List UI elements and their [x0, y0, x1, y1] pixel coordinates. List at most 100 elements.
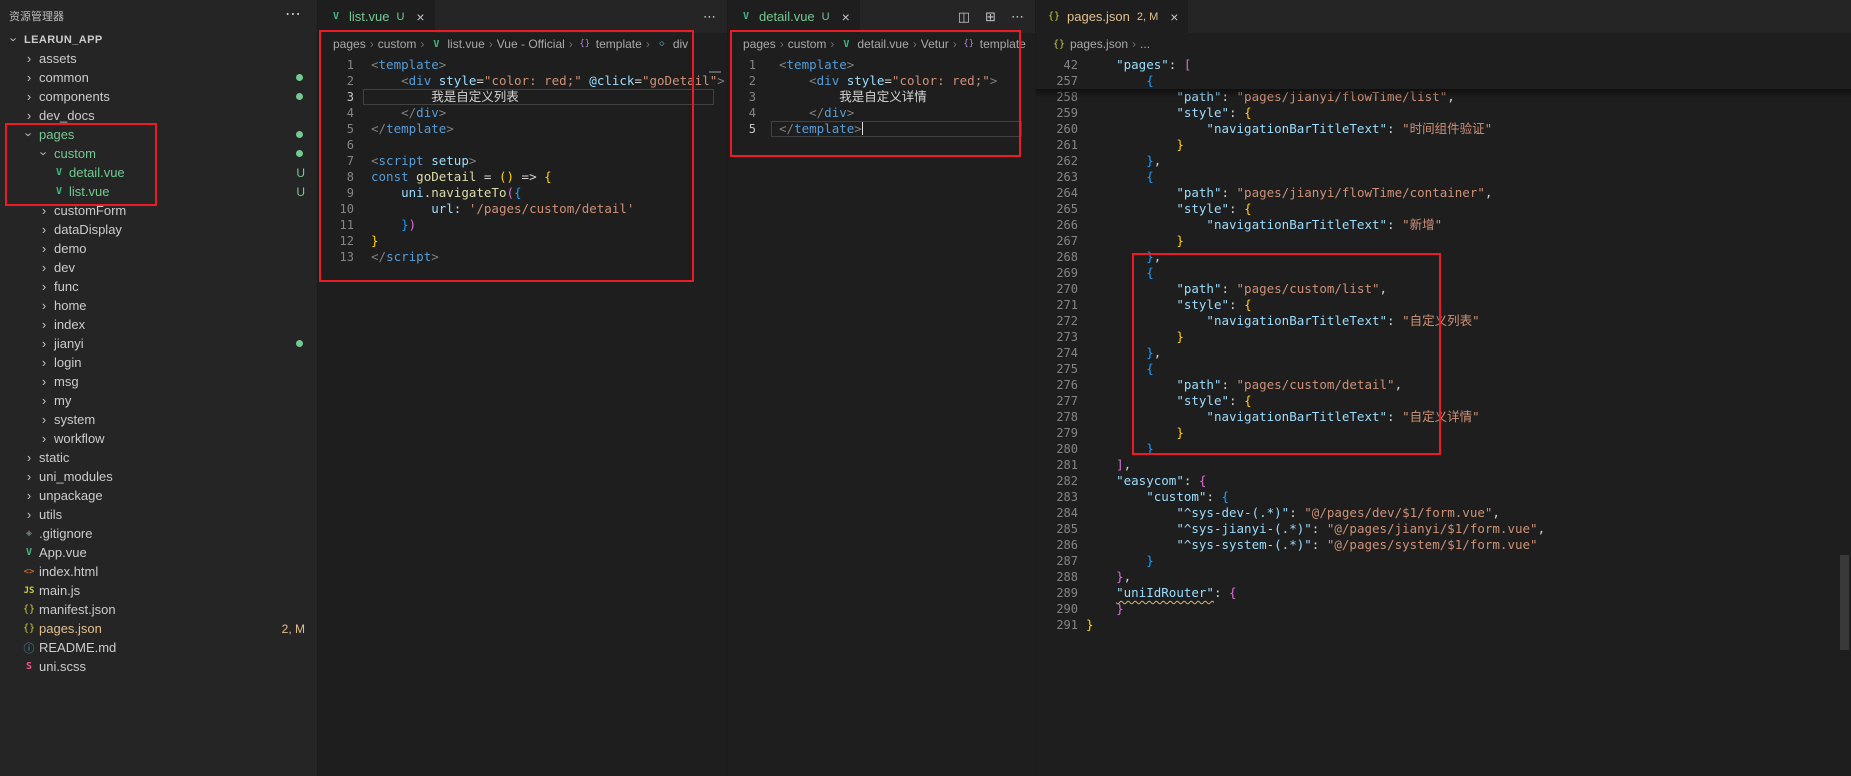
tree-folder-customForm[interactable]: ›customForm: [0, 201, 317, 220]
more-editor-icon[interactable]: ⋯: [703, 9, 716, 25]
close-icon[interactable]: ×: [842, 9, 850, 25]
tree-folder-assets[interactable]: ›assets: [0, 49, 317, 68]
tree-file-detail.vue[interactable]: Vdetail.vueU: [0, 163, 317, 182]
code-line-5[interactable]: 5</template>: [728, 121, 1036, 137]
code-line-42[interactable]: 42 "pages": [: [1036, 57, 1851, 73]
tree-folder-dev[interactable]: ›dev: [0, 258, 317, 277]
code-line-262[interactable]: 262 },: [1036, 153, 1851, 169]
code-line-269[interactable]: 269 {: [1036, 265, 1851, 281]
code-line-272[interactable]: 272 "navigationBarTitleText": "自定义列表": [1036, 313, 1851, 329]
code-line-6[interactable]: 6: [318, 137, 728, 153]
code-line-2[interactable]: 2 <div style="color: red;">: [728, 73, 1036, 89]
code-line-285[interactable]: 285 "^sys-jianyi-(.*)": "@/pages/jianyi/…: [1036, 521, 1851, 537]
code-line-3[interactable]: 3 我是自定义详情: [728, 89, 1036, 105]
tree-folder-home[interactable]: ›home: [0, 296, 317, 315]
tree-folder-LEARUN_APP[interactable]: ›LEARUN_APP: [0, 30, 317, 49]
code-line-279[interactable]: 279 }: [1036, 425, 1851, 441]
code-line-4[interactable]: 4 </div>: [728, 105, 1036, 121]
code-line-289[interactable]: 289 "uniIdRouter": {: [1036, 585, 1851, 601]
code-line-276[interactable]: 276 "path": "pages/custom/detail",: [1036, 377, 1851, 393]
code-line-278[interactable]: 278 "navigationBarTitleText": "自定义详情": [1036, 409, 1851, 425]
more-actions-icon[interactable]: ⋯: [285, 4, 301, 24]
code-line-261[interactable]: 261 }: [1036, 137, 1851, 153]
code-line-291[interactable]: 291}: [1036, 617, 1851, 633]
code-line-265[interactable]: 265 "style": {: [1036, 201, 1851, 217]
tree-folder-func[interactable]: ›func: [0, 277, 317, 296]
tree-folder-custom[interactable]: ›custom: [0, 144, 317, 163]
code-line-290[interactable]: 290 }: [1036, 601, 1851, 617]
breadcrumb-item[interactable]: Vlist.vue: [428, 37, 484, 51]
close-icon[interactable]: ×: [1170, 9, 1178, 25]
breadcrumb-item[interactable]: {}template: [961, 37, 1026, 51]
code-line-257[interactable]: 257 {: [1036, 73, 1851, 89]
tree-folder-jianyi[interactable]: ›jianyi: [0, 334, 317, 353]
tree-folder-unpackage[interactable]: ›unpackage: [0, 486, 317, 505]
tree-folder-index[interactable]: ›index: [0, 315, 317, 334]
close-icon[interactable]: ×: [416, 9, 424, 25]
code-line-8[interactable]: 8const goDetail = () => {: [318, 169, 728, 185]
tree-folder-components[interactable]: ›components: [0, 87, 317, 106]
tree-folder-msg[interactable]: ›msg: [0, 372, 317, 391]
code-line-268[interactable]: 268 },: [1036, 249, 1851, 265]
code-editor[interactable]: 42 "pages": [257 {258 "path": "pages/jia…: [1036, 55, 1851, 776]
tree-file-App.vue[interactable]: VApp.vue: [0, 543, 317, 562]
tree-folder-demo[interactable]: ›demo: [0, 239, 317, 258]
tree-file-pages.json[interactable]: {}pages.json2, M: [0, 619, 317, 638]
breadcrumb-item[interactable]: Vetur: [921, 37, 949, 51]
breadcrumb-item[interactable]: ◇div: [654, 37, 688, 51]
breadcrumb-item[interactable]: {}pages.json: [1051, 37, 1128, 51]
tree-folder-workflow[interactable]: ›workflow: [0, 429, 317, 448]
tree-folder-dataDisplay[interactable]: ›dataDisplay: [0, 220, 317, 239]
tree-folder-common[interactable]: ›common: [0, 68, 317, 87]
tree-folder-utils[interactable]: ›utils: [0, 505, 317, 524]
breadcrumb-item[interactable]: pages: [333, 37, 366, 51]
code-line-9[interactable]: 9 uni.navigateTo({: [318, 185, 728, 201]
code-line-267[interactable]: 267 }: [1036, 233, 1851, 249]
code-line-281[interactable]: 281 ],: [1036, 457, 1851, 473]
code-line-5[interactable]: 5</template>: [318, 121, 728, 137]
code-editor[interactable]: 1<template>2 <div style="color: red;">3 …: [728, 55, 1036, 776]
scrollbar-thumb[interactable]: [1840, 555, 1849, 650]
code-line-284[interactable]: 284 "^sys-dev-(.*)": "@/pages/dev/$1/for…: [1036, 505, 1851, 521]
code-line-13[interactable]: 13</script>: [318, 249, 728, 265]
code-line-275[interactable]: 275 {: [1036, 361, 1851, 377]
code-line-2[interactable]: 2 <div style="color: red;" @click="goDet…: [318, 73, 728, 89]
code-line-280[interactable]: 280 }: [1036, 441, 1851, 457]
tree-folder-pages[interactable]: ›pages: [0, 125, 317, 144]
code-line-271[interactable]: 271 "style": {: [1036, 297, 1851, 313]
tree-folder-dev_docs[interactable]: ›dev_docs: [0, 106, 317, 125]
breadcrumb-item[interactable]: Vdetail.vue: [838, 37, 908, 51]
code-line-273[interactable]: 273 }: [1036, 329, 1851, 345]
tree-file-index.html[interactable]: <>index.html: [0, 562, 317, 581]
code-line-277[interactable]: 277 "style": {: [1036, 393, 1851, 409]
code-line-270[interactable]: 270 "path": "pages/custom/list",: [1036, 281, 1851, 297]
code-line-3[interactable]: 3 我是自定义列表: [318, 89, 728, 105]
tree-file-list.vue[interactable]: Vlist.vueU: [0, 182, 317, 201]
tree-file-main.js[interactable]: JSmain.js: [0, 581, 317, 600]
tree-folder-my[interactable]: ›my: [0, 391, 317, 410]
code-line-10[interactable]: 10 url: '/pages/custom/detail': [318, 201, 728, 217]
tree-file-manifest.json[interactable]: {}manifest.json: [0, 600, 317, 619]
code-line-264[interactable]: 264 "path": "pages/jianyi/flowTime/conta…: [1036, 185, 1851, 201]
breadcrumb-item[interactable]: custom: [378, 37, 417, 51]
tree-folder-uni_modules[interactable]: ›uni_modules: [0, 467, 317, 486]
code-line-282[interactable]: 282 "easycom": {: [1036, 473, 1851, 489]
code-editor[interactable]: 1<template>2 <div style="color: red;" @c…: [318, 55, 728, 776]
code-line-263[interactable]: 263 {: [1036, 169, 1851, 185]
code-line-274[interactable]: 274 },: [1036, 345, 1851, 361]
code-line-283[interactable]: 283 "custom": {: [1036, 489, 1851, 505]
tree-file-.gitignore[interactable]: ◈.gitignore: [0, 524, 317, 543]
tree-file-README.md[interactable]: ⓘREADME.md: [0, 638, 317, 657]
code-line-11[interactable]: 11 }): [318, 217, 728, 233]
breadcrumb-item[interactable]: Vue - Official: [497, 37, 565, 51]
code-line-1[interactable]: 1<template>: [318, 57, 728, 73]
code-line-4[interactable]: 4 </div>: [318, 105, 728, 121]
code-line-286[interactable]: 286 "^sys-system-(.*)": "@/pages/system/…: [1036, 537, 1851, 553]
tree-file-uni.scss[interactable]: Suni.scss: [0, 657, 317, 676]
code-line-287[interactable]: 287 }: [1036, 553, 1851, 569]
code-line-259[interactable]: 259 "style": {: [1036, 105, 1851, 121]
tab-pages.json[interactable]: {}pages.json2, M×: [1036, 0, 1188, 33]
tree-folder-static[interactable]: ›static: [0, 448, 317, 467]
code-line-12[interactable]: 12}: [318, 233, 728, 249]
more-editor-icon[interactable]: ⋯: [1011, 9, 1024, 25]
